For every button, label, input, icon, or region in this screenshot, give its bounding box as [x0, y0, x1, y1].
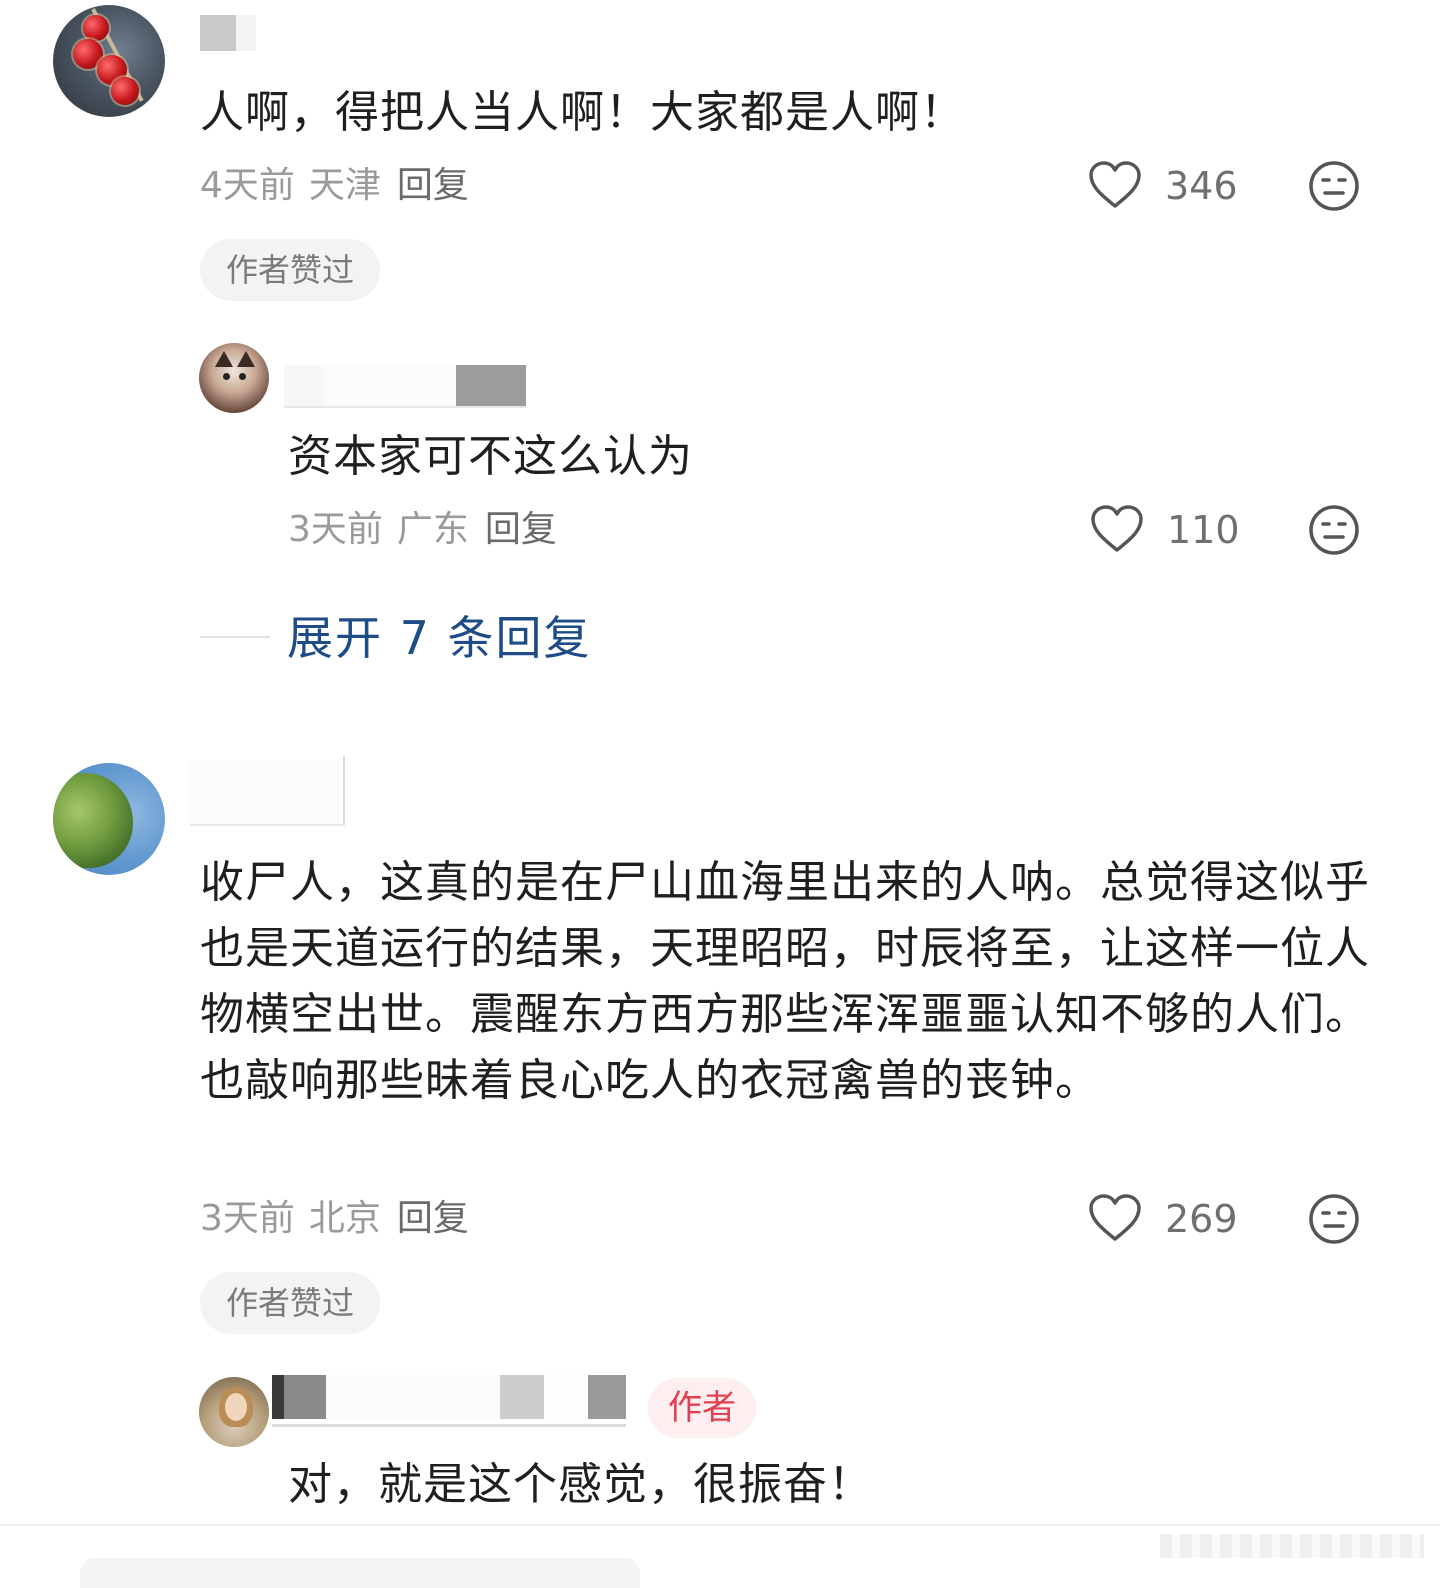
reply-location: 广东: [396, 509, 469, 550]
meh-face-icon[interactable]: [1308, 504, 1360, 556]
author-liked-badge: 作者赞过: [200, 239, 380, 301]
heart-outline-icon[interactable]: [1090, 504, 1144, 554]
watermark: [1160, 1534, 1424, 1558]
author-liked-badge: 作者赞过: [200, 1272, 380, 1334]
expand-replies-link[interactable]: 展开 7 条回复: [287, 610, 592, 666]
expand-divider: [200, 636, 270, 638]
comment-meta: 3天前 北京 回复: [200, 1197, 469, 1241]
like-count: 346: [1165, 164, 1238, 208]
avatar[interactable]: [53, 763, 165, 875]
reply-button[interactable]: 回复: [485, 509, 557, 550]
comment-time: 3天前: [200, 1198, 295, 1239]
heart-outline-icon[interactable]: [1088, 1193, 1142, 1243]
reply-button[interactable]: 回复: [397, 165, 469, 206]
reply-time: 3天前: [288, 509, 383, 550]
comment-location: 天津: [308, 165, 381, 206]
avatar[interactable]: [53, 5, 165, 117]
heart-outline-icon[interactable]: [1088, 160, 1142, 210]
meh-face-icon[interactable]: [1308, 1193, 1360, 1245]
like-count: 110: [1167, 508, 1240, 552]
bottom-divider: [0, 1524, 1440, 1526]
like-count: 269: [1165, 1197, 1238, 1241]
reply-meta: 3天前 广东 回复: [288, 508, 557, 552]
comment-location: 北京: [308, 1198, 381, 1239]
avatar[interactable]: [199, 1377, 269, 1447]
reply-text: 对，就是这个感觉，很振奋！: [288, 1459, 873, 1510]
comment-time: 4天前: [200, 165, 295, 206]
author-tag: 作者: [648, 1378, 756, 1438]
avatar[interactable]: [199, 343, 269, 413]
comment-text: 人啊，得把人当人啊！大家都是人啊！: [200, 87, 965, 138]
comment-input-bar[interactable]: [80, 1558, 640, 1588]
comment-meta: 4天前 天津 回复: [200, 164, 469, 208]
meh-face-icon[interactable]: [1308, 160, 1360, 212]
comment-text: 收尸人，这真的是在尸山血海里出来的人呐。总觉得这似乎也是天道运行的结果，天理昭昭…: [200, 857, 1370, 1106]
reply-text: 资本家可不这么认为: [288, 431, 693, 482]
reply-button[interactable]: 回复: [397, 1198, 469, 1239]
